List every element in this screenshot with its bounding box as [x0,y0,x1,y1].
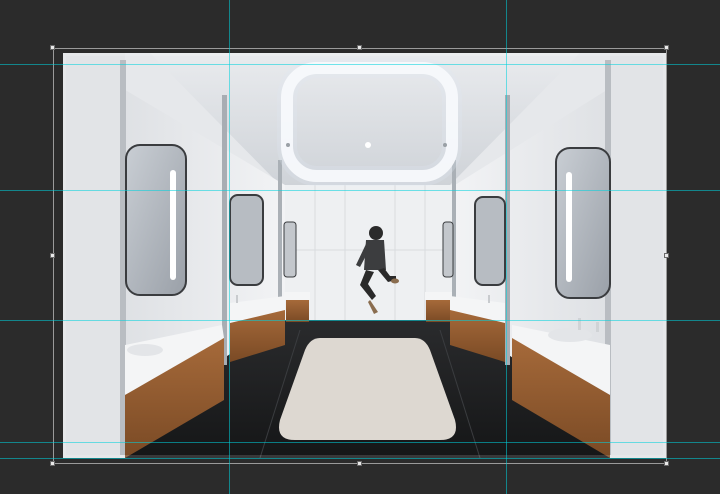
guide-horizontal[interactable] [0,442,720,443]
transform-handle-bottom-right[interactable] [664,461,669,466]
transform-handle-bottom-left[interactable] [50,461,55,466]
guide-horizontal[interactable] [0,190,720,191]
transform-handle-top-right[interactable] [664,45,669,50]
transform-handle-bottom-center[interactable] [357,461,362,466]
transform-bounding-box[interactable] [53,48,667,464]
transform-handle-top-center[interactable] [357,45,362,50]
guide-horizontal[interactable] [0,320,720,321]
guide-vertical[interactable] [229,0,230,494]
guide-vertical[interactable] [506,0,507,494]
transform-handle-middle-left[interactable] [50,253,55,258]
editor-canvas[interactable] [0,0,720,494]
guide-horizontal[interactable] [0,458,720,459]
transform-handle-top-left[interactable] [50,45,55,50]
guide-horizontal[interactable] [0,64,720,65]
transform-handle-middle-right[interactable] [664,253,669,258]
